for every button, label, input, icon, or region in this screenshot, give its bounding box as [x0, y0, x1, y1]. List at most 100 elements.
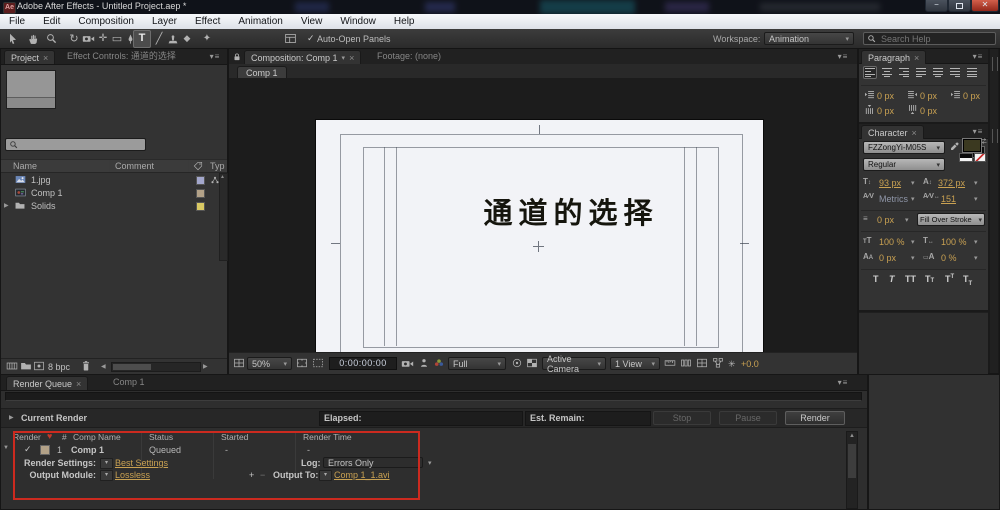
item-name[interactable]: Comp 1	[31, 188, 63, 198]
type-tool[interactable]: T	[133, 30, 151, 48]
twirl-icon[interactable]: ▶	[9, 414, 14, 421]
grid-options-icon[interactable]	[233, 357, 245, 369]
column-comp-name[interactable]: Comp Name	[73, 432, 121, 442]
mask-shape-tool[interactable]: ▭	[110, 32, 124, 45]
faux-italic-button[interactable]: T	[889, 274, 895, 284]
panel-menu-icon[interactable]: ▾ ≡	[969, 127, 986, 136]
project-search-box[interactable]	[5, 138, 146, 151]
resolution-select[interactable]: Full ▾	[448, 357, 506, 370]
tab-comp-timeline[interactable]: Comp 1	[113, 375, 145, 390]
table-row[interactable]: 1.jpg	[1, 173, 218, 186]
exposure-value[interactable]: +0.0	[741, 359, 759, 369]
project-search-input[interactable]	[21, 138, 140, 151]
minimize-button[interactable]: −	[925, 0, 948, 12]
zoom-tool[interactable]	[44, 32, 58, 45]
tsume-value[interactable]: 0 %	[941, 253, 957, 263]
chevron-down-icon[interactable]: ▾	[428, 459, 432, 467]
render-check-icon[interactable]: ✓	[24, 444, 32, 455]
queue-item-name[interactable]: Comp 1	[71, 445, 104, 455]
render-settings-chevron[interactable]: ▾	[100, 458, 113, 469]
font-size-value[interactable]: 93 px	[879, 178, 901, 188]
item-name[interactable]: Solids	[31, 201, 56, 211]
remove-output-icon[interactable]: −	[260, 470, 265, 480]
timecode-display[interactable]: 0:00:00:00	[329, 357, 397, 370]
help-search-box[interactable]	[863, 32, 996, 45]
pixel-aspect-icon[interactable]	[680, 357, 692, 369]
maximize-button[interactable]	[948, 0, 971, 12]
tab-project[interactable]: Project ×	[4, 50, 56, 64]
label-color-swatch[interactable]	[196, 189, 205, 198]
no-color-swatch[interactable]	[974, 153, 986, 162]
column-status[interactable]: Status	[149, 432, 173, 442]
tab-render-queue[interactable]: Render Queue ×	[6, 376, 89, 390]
label-color-column-icon[interactable]: ♥	[47, 431, 52, 441]
help-search-input[interactable]	[879, 32, 988, 45]
stop-button[interactable]: Stop	[653, 411, 711, 425]
font-style-select[interactable]: Regular ▾	[863, 158, 945, 171]
column-type[interactable]: Typ	[210, 161, 225, 171]
output-module-link[interactable]: Lossless	[115, 470, 150, 480]
chevron-down-icon[interactable]: ▾	[342, 54, 346, 62]
auto-open-panels-label[interactable]: Auto-Open Panels	[317, 34, 391, 44]
tab-character[interactable]: Character ×	[861, 125, 924, 139]
column-number[interactable]: #	[62, 432, 67, 442]
ruler-toggle-icon[interactable]	[664, 357, 676, 369]
swap-fill-stroke-icon[interactable]	[980, 137, 988, 145]
close-icon[interactable]: ×	[76, 379, 81, 389]
magnification-select[interactable]: 50% ▾	[247, 357, 292, 370]
queue-scrollbar-thumb[interactable]	[848, 444, 856, 478]
vertical-scale-value[interactable]: 100 %	[879, 237, 905, 247]
h-scrollbar-track[interactable]	[111, 362, 201, 372]
menu-animation[interactable]: Animation	[229, 14, 291, 29]
pan-behind-tool[interactable]: ✛	[96, 32, 110, 45]
label-color-column-icon[interactable]	[193, 161, 203, 171]
scroll-right-icon[interactable]: ▶	[203, 363, 208, 370]
output-to-link[interactable]: Comp 1_1.avi	[334, 470, 390, 480]
fast-previews-icon[interactable]	[696, 357, 708, 369]
comp-canvas[interactable]: 通道的选择	[315, 119, 764, 372]
camera-view-select[interactable]: Active Camera ▾	[542, 354, 606, 374]
dock-grip-strip[interactable]	[990, 49, 998, 373]
close-button[interactable]: ✕	[971, 0, 999, 12]
item-name[interactable]: 1.jpg	[31, 175, 51, 185]
chevron-down-icon[interactable]: ▾	[911, 238, 915, 246]
indent-left-value[interactable]: 0 px	[877, 91, 894, 101]
chevron-down-icon[interactable]: ▾	[911, 254, 915, 262]
scroll-left-icon[interactable]: ◀	[101, 363, 106, 370]
region-of-interest-icon[interactable]	[312, 357, 324, 369]
panel-menu-icon[interactable]: ▾ ≡	[969, 52, 986, 61]
leading-value[interactable]: 372 px	[938, 178, 965, 188]
justify-all-button[interactable]	[965, 66, 979, 79]
show-channels-icon[interactable]	[433, 357, 445, 369]
close-icon[interactable]: ×	[349, 53, 354, 63]
space-after-value[interactable]: 0 px	[920, 106, 937, 116]
align-right-button[interactable]	[897, 66, 911, 79]
selection-tool[interactable]	[6, 32, 20, 45]
scroll-up-icon[interactable]: ▲	[220, 174, 225, 180]
snapshot-icon[interactable]	[401, 357, 414, 370]
space-before-value[interactable]: 0 px	[877, 106, 894, 116]
subscript-button[interactable]: TT	[963, 274, 972, 287]
menu-window[interactable]: Window	[331, 14, 385, 29]
table-row[interactable]: Comp 1	[1, 186, 218, 199]
interpret-footage-icon[interactable]	[6, 360, 18, 372]
region-target-icon[interactable]	[511, 357, 523, 369]
column-render[interactable]: Render	[13, 432, 41, 442]
fill-color-swatch[interactable]	[963, 139, 981, 152]
label-color-swatch[interactable]	[196, 176, 205, 185]
new-composition-icon[interactable]	[33, 360, 45, 372]
h-scrollbar-thumb[interactable]	[113, 364, 151, 370]
indent-right-value[interactable]: 0 px	[920, 91, 937, 101]
queue-item-row[interactable]: ✓ 1 Comp 1 Queued - -	[1, 444, 841, 456]
column-divider[interactable]	[206, 160, 207, 172]
exposure-icon[interactable]: ✳	[728, 359, 736, 370]
chevron-down-icon[interactable]: ▾	[911, 179, 915, 187]
first-line-indent-value[interactable]: 0 px	[963, 91, 980, 101]
mini-flowchart-icon[interactable]	[712, 357, 724, 369]
faux-bold-button[interactable]: T	[873, 274, 879, 284]
puppet-pin-tool[interactable]: ✦	[200, 32, 214, 45]
render-settings-link[interactable]: Best Settings	[115, 458, 168, 468]
new-folder-icon[interactable]	[20, 360, 32, 372]
baseline-shift-value[interactable]: 0 px	[879, 253, 896, 263]
view-layout-select[interactable]: 1 View ▾	[610, 357, 660, 370]
